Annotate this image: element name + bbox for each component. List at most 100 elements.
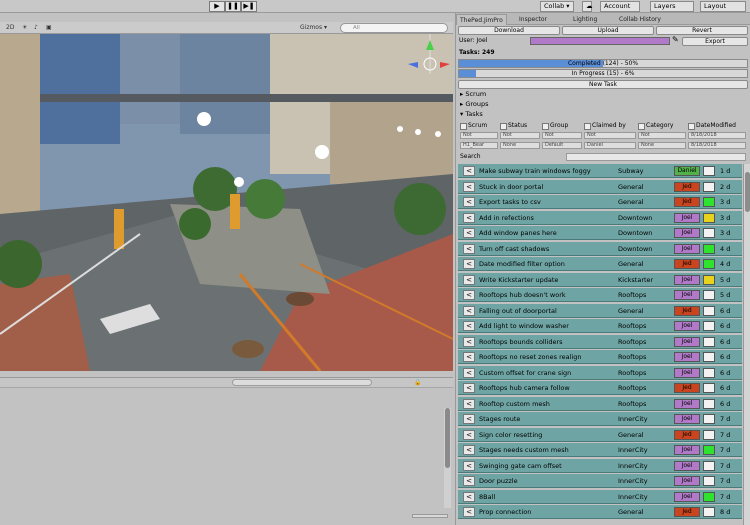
filter-group-not[interactable]: Not	[542, 132, 582, 139]
filter-status-value[interactable]: None	[500, 142, 540, 149]
task-claimed-by[interactable]: Joel	[674, 398, 700, 409]
task-claimed-by[interactable]: Joel	[674, 491, 700, 502]
task-status-swatch[interactable]	[703, 228, 715, 238]
filter-date-checkbox[interactable]	[688, 123, 695, 130]
task-status-swatch[interactable]	[703, 429, 715, 440]
task-search-input[interactable]	[566, 153, 746, 161]
task-status-swatch[interactable]	[703, 290, 715, 300]
task-claimed-by[interactable]: Jed	[674, 305, 700, 316]
task-expand-button[interactable]: <	[463, 274, 475, 285]
task-claimed-by[interactable]: Joel	[674, 336, 700, 347]
tab-inspector[interactable]: Inspector	[516, 14, 550, 25]
task-expand-button[interactable]: <	[463, 491, 475, 502]
task-expand-button[interactable]: <	[463, 166, 475, 176]
task-expand-button[interactable]: <	[463, 290, 475, 300]
filter-scrum-checkbox[interactable]	[460, 123, 467, 130]
task-status-swatch[interactable]	[703, 274, 715, 285]
task-expand-button[interactable]: <	[463, 507, 475, 517]
task-row[interactable]: < Prop connection General Jed 8 d	[458, 505, 742, 519]
task-status-swatch[interactable]	[703, 460, 715, 471]
filter-group-value[interactable]: Default	[542, 142, 582, 149]
export-button[interactable]: Export	[682, 37, 748, 46]
task-status-swatch[interactable]	[703, 305, 715, 316]
task-expand-button[interactable]: <	[463, 460, 475, 471]
task-list-scroll-thumb[interactable]	[745, 172, 750, 212]
task-claimed-by[interactable]: Jed	[674, 197, 700, 207]
foldout-groups[interactable]: ▸ Groups	[460, 100, 489, 109]
task-status-swatch[interactable]	[703, 507, 715, 517]
task-expand-button[interactable]: <	[463, 259, 475, 269]
task-row[interactable]: < Rooftop custom mesh Rooftops Joel 6 d	[458, 396, 742, 411]
task-row[interactable]: < Stages route InnerCity Joel 7 d	[458, 412, 742, 426]
task-status-swatch[interactable]	[703, 259, 715, 269]
task-claimed-by[interactable]: Jed	[674, 507, 700, 517]
task-status-swatch[interactable]	[703, 321, 715, 331]
task-claimed-by[interactable]: Joel	[674, 414, 700, 424]
task-status-swatch[interactable]	[703, 398, 715, 409]
tab-lighting[interactable]: Lighting	[570, 14, 600, 25]
task-claimed-by[interactable]: Joel	[674, 243, 700, 254]
layers-dropdown[interactable]: Layers	[650, 1, 694, 12]
task-claimed-by[interactable]: Joel	[674, 290, 700, 300]
task-expand-button[interactable]: <	[463, 429, 475, 440]
task-claimed-by[interactable]: Joel	[674, 367, 700, 378]
task-claimed-by[interactable]: Joel	[674, 274, 700, 285]
task-status-swatch[interactable]	[703, 336, 715, 347]
task-expand-button[interactable]: <	[463, 383, 475, 393]
task-row[interactable]: < Falling out of doorportal General Jed 6 d	[458, 303, 742, 318]
task-claimed-by[interactable]: Joel	[674, 445, 700, 455]
filter-status-not[interactable]: Not	[500, 132, 540, 139]
filter-date-to[interactable]: 8/18/2018	[688, 142, 746, 149]
filter-claimed-checkbox[interactable]	[584, 123, 591, 130]
task-status-swatch[interactable]	[703, 414, 715, 424]
task-row[interactable]: < Custom offset for crane sign Rooftops Joe…	[458, 365, 742, 380]
user-color-field[interactable]	[530, 37, 670, 45]
task-row[interactable]: < Date modified filter option General Jed 4 …	[458, 257, 742, 271]
audio-icon[interactable]: ♪	[34, 23, 38, 33]
task-status-swatch[interactable]	[703, 491, 715, 502]
task-row[interactable]: < Rooftops hub camera follow Rooftops Jed 6 …	[458, 381, 742, 395]
task-row[interactable]: < Stages needs custom mesh InnerCity Joel 7 …	[458, 443, 742, 457]
filter-category-not[interactable]: Not	[638, 132, 686, 139]
task-expand-button[interactable]: <	[463, 445, 475, 455]
mode-2d-toggle[interactable]: 2D	[6, 23, 14, 33]
task-claimed-by[interactable]: Joel	[674, 212, 700, 223]
task-expand-button[interactable]: <	[463, 321, 475, 331]
filter-scrum-not[interactable]: Not	[460, 132, 498, 139]
filter-category-checkbox[interactable]	[638, 123, 645, 130]
task-status-swatch[interactable]	[703, 476, 715, 486]
lighting-icon[interactable]: ☀	[22, 23, 27, 33]
task-status-swatch[interactable]	[703, 212, 715, 223]
task-list-scrollbar[interactable]	[743, 164, 750, 525]
task-claimed-by[interactable]: Jed	[674, 181, 700, 192]
filter-category-value[interactable]: None	[638, 142, 686, 149]
task-row[interactable]: < Add window panes here Downtown Joel 3 d	[458, 226, 742, 240]
filter-date-from[interactable]: 8/18/2018	[688, 132, 746, 139]
task-expand-button[interactable]: <	[463, 367, 475, 378]
task-expand-button[interactable]: <	[463, 243, 475, 254]
task-expand-button[interactable]: <	[463, 352, 475, 362]
task-status-swatch[interactable]	[703, 181, 715, 192]
new-task-button[interactable]: New Task	[458, 80, 748, 89]
play-button[interactable]: ▶	[209, 1, 225, 12]
task-status-swatch[interactable]	[703, 445, 715, 455]
task-expand-button[interactable]: <	[463, 336, 475, 347]
task-row[interactable]: < Rooftops bounds colliders Rooftops Joel 6 …	[458, 334, 742, 349]
account-dropdown[interactable]: Account	[600, 1, 640, 12]
task-expand-button[interactable]: <	[463, 476, 475, 486]
task-claimed-by[interactable]: Joel	[674, 228, 700, 238]
task-row[interactable]: < Rooftops no reset zones realign Rooftops…	[458, 350, 742, 364]
zoom-slider[interactable]	[412, 514, 448, 518]
task-row[interactable]: < Sign color resetting General Jed 7 d	[458, 427, 742, 442]
foldout-scrum[interactable]: ▸ Scrum	[460, 90, 486, 99]
task-row[interactable]: < Turn off cast shadows Downtown Joel 4 d	[458, 241, 742, 256]
collab-button[interactable]: Collab ▾	[540, 1, 574, 12]
bottom-search-input[interactable]	[232, 379, 372, 386]
task-row[interactable]: < Make subway train windows foggy Subway Da…	[458, 164, 742, 178]
task-row[interactable]: < Export tasks to csv General Jed 3 d	[458, 195, 742, 209]
task-expand-button[interactable]: <	[463, 181, 475, 192]
task-row[interactable]: < Add light to window washer Rooftops Joel 6…	[458, 319, 742, 333]
filter-claimed-value[interactable]: Daniel	[584, 142, 636, 149]
tab-collab-history[interactable]: Collab History	[616, 14, 664, 25]
task-expand-button[interactable]: <	[463, 228, 475, 238]
